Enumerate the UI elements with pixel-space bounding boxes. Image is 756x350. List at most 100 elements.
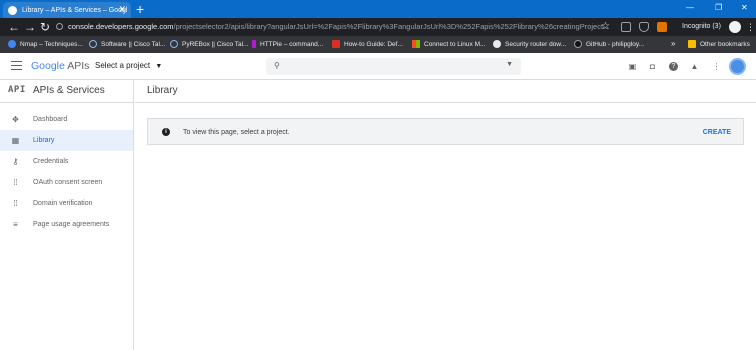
other-bookmarks-folder[interactable]: Other bookmarks [688,40,750,48]
banner-message: To view this page, select a project. [183,129,290,136]
sidebar-item-label: Domain verification [33,200,93,207]
bookmark-favicon-icon [493,40,501,48]
avatar[interactable] [729,58,746,75]
restore-icon[interactable]: ❐ [715,3,722,12]
back-icon[interactable]: ← [8,19,20,35]
sidebar-item-domain-verification[interactable]: ⁞⁞ Domain verification [0,193,133,214]
bookmark-item[interactable]: HTTPie – command... [252,40,323,48]
main-content: Library i To view this page, select a pr… [135,80,756,350]
sidebar-item-page-usage-agreements[interactable]: ≡ Page usage agreements [0,214,133,235]
hamburger-menu-icon[interactable] [11,61,22,70]
project-selector-label: Select a project [95,61,151,70]
incognito-indicator[interactable]: Incognito (3) [682,20,721,34]
lock-icon [56,23,63,30]
bookmark-favicon-icon [332,40,340,48]
bookmark-favicon-icon [89,40,97,48]
tab-favicon-icon [8,5,17,15]
agreements-icon: ≡ [13,220,18,229]
tab-title: Library – APIs & Services – Googl [22,6,128,14]
bookmark-label: How-to Guide: Def... [344,40,403,48]
browser-menu-icon[interactable]: ⋮ [746,19,755,35]
github-icon [574,40,582,48]
extension-icon[interactable] [621,22,631,32]
search-input[interactable]: ⚲ ▼ [266,58,521,75]
browser-tab[interactable]: Library – APIs & Services – Googl ✕ [3,2,131,18]
window-close-icon[interactable]: ✕ [741,3,748,12]
bookmark-item[interactable]: Security router dow... [493,40,566,48]
address-bar[interactable]: console.developers.google.com/projectsel… [56,20,616,34]
minimize-icon[interactable]: — [686,3,694,12]
gift-icon[interactable]: ▣ [628,62,637,71]
logo-google: Google [31,60,65,72]
windows-icon [412,40,420,48]
sidebar-item-label: Credentials [33,158,69,165]
page-title: Library [147,85,178,96]
bookmarks-bar: Nmap – Techniques... Software || Cisco T… [0,36,756,53]
bookmark-label: Connect to Linux M... [424,40,486,48]
pocket-icon[interactable] [639,22,649,32]
logo-apis: APIs [67,60,90,72]
browser-titlebar: Library – APIs & Services – Googl ✕ + — … [0,0,756,18]
extension-orange-icon[interactable] [657,22,667,32]
bookmark-star-icon[interactable]: ☆ [601,19,610,35]
help-icon[interactable]: ? [669,62,678,71]
tab-close-icon[interactable]: ✕ [118,4,126,15]
bookmark-label: Software || Cisco Tal... [101,40,166,48]
select-project-banner: i To view this page, select a project. C… [147,118,744,145]
url-host: console.developers.google.com [68,22,174,31]
bookmark-label: Security router dow... [505,40,567,48]
bookmark-label: PyREBox || Cisco Tal... [182,40,249,48]
sidebar-item-label: Page usage agreements [33,221,110,228]
bookmark-item[interactable]: Software || Cisco Tal... [89,40,165,48]
create-project-button[interactable]: CREATE [703,128,731,137]
page-header: Library [135,80,756,103]
project-selector[interactable]: Select a project ▼ [95,60,162,73]
api-badge: API [8,85,26,95]
bookmark-favicon-icon [170,40,178,48]
new-tab-icon[interactable]: + [136,1,144,17]
reload-icon[interactable]: ↻ [40,19,50,35]
search-dropdown-icon[interactable]: ▼ [506,61,513,68]
bookmark-item[interactable]: How-to Guide: Def... [332,40,403,48]
bookmark-item[interactable]: PyREBox || Cisco Tal... [170,40,248,48]
sidebar-header: API APIs & Services [0,80,133,103]
info-icon: i [162,128,170,136]
bookmark-favicon-icon [8,40,16,48]
sidebar-item-label: Dashboard [33,116,68,123]
sidebar-title: APIs & Services [33,85,105,96]
sidebar-item-credentials[interactable]: ⚷ Credentials [0,151,133,172]
dashboard-icon: ✥ [12,115,19,124]
profile-icon[interactable] [729,21,741,33]
sidebar-item-library[interactable]: ▦ Library [0,130,133,151]
sidebar-item-dashboard[interactable]: ✥ Dashboard [0,109,133,130]
more-options-icon[interactable]: ⋮ [712,62,721,71]
forward-icon[interactable]: → [24,19,36,35]
bookmark-item[interactable]: GitHub - philipgloy... [574,40,644,48]
sidebar-item-label: Library [33,137,55,144]
bookmark-favicon-icon [252,40,256,48]
browser-toolbar: ← → ↻ console.developers.google.com/proj… [0,18,756,36]
sidebar-item-oauth-consent[interactable]: ⁞⁞ OAuth consent screen [0,172,133,193]
notifications-icon[interactable]: ▲ [690,62,699,71]
bookmark-item[interactable]: Connect to Linux M... [412,40,485,48]
key-icon: ⚷ [12,157,19,166]
bookmark-label: HTTPie – command... [260,40,324,48]
library-icon: ▦ [11,136,20,145]
url-path: /projectselector2/apis/library?angularJs… [173,22,610,31]
bookmark-label: GitHub - philipgloy... [586,40,645,48]
google-apis-logo[interactable]: Google APIs [31,60,89,72]
more-bookmarks-chevron-icon[interactable]: » [671,39,675,48]
sidebar-item-label: OAuth consent screen [33,179,103,186]
search-icon: ⚲ [274,61,280,70]
bookmark-item[interactable]: Nmap – Techniques... [8,40,83,48]
consent-icon: ⁞⁞ [13,178,18,187]
other-bookmarks-label: Other bookmarks [700,40,750,48]
bookmark-label: Nmap – Techniques... [20,40,83,48]
domain-icon: ⁞⁞ [13,199,18,208]
chevron-down-icon: ▼ [155,63,163,70]
support-icon[interactable]: ◘ [648,62,657,71]
incognito-label: Incognito (3) [682,23,721,30]
console-header: Google APIs Select a project ▼ ⚲ ▼ ▣ ◘ ?… [0,53,756,80]
folder-icon [688,40,696,48]
sidebar: API APIs & Services ✥ Dashboard ▦ Librar… [0,80,134,350]
